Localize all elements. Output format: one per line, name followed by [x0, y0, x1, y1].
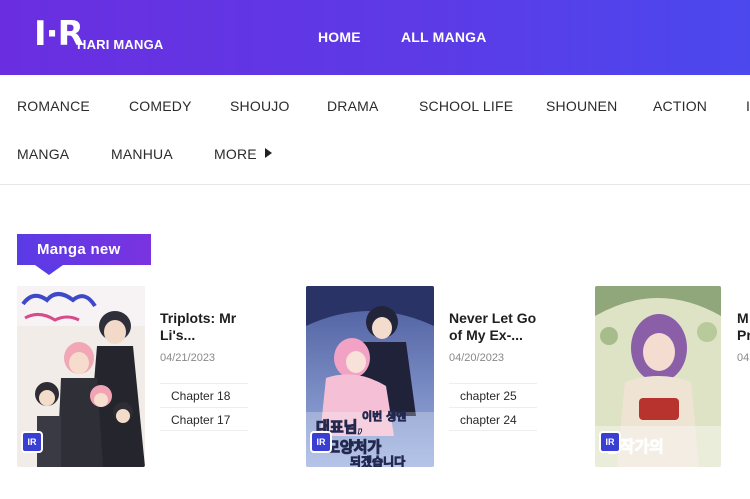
site-logo[interactable]: I·R: [34, 14, 84, 54]
manga-cover-1[interactable]: IR: [17, 286, 145, 467]
manga-title-3-line2[interactable]: Pr: [737, 327, 750, 344]
manga-title-2-line1[interactable]: Never Let Go: [449, 310, 536, 327]
manga-title-3-line1[interactable]: M: [737, 310, 750, 327]
genre-link-comedy[interactable]: COMEDY: [129, 98, 192, 114]
genre-link-school-life[interactable]: SCHOOL LIFE: [419, 98, 513, 114]
svg-text:되겠습니다: 되겠습니다: [350, 454, 405, 467]
caret-right-icon: [264, 148, 272, 158]
manga-cover-3[interactable]: 공작가의 IR: [595, 286, 721, 467]
section-title-manga-new: Manga new: [17, 234, 151, 275]
manga-title-1[interactable]: Triplots: Mr Li's...: [160, 310, 236, 344]
site-header: I·R HARI MANGA HOME ALL MANGA: [0, 0, 750, 75]
manga-title-1-line2[interactable]: Li's...: [160, 327, 236, 344]
chapter-link-1b[interactable]: Chapter 17: [160, 407, 248, 431]
manga-title-1-line1[interactable]: Triplots: Mr: [160, 310, 236, 327]
genre-link-manhua[interactable]: MANHUA: [111, 146, 173, 162]
genre-link-drama[interactable]: DRAMA: [327, 98, 379, 114]
svg-text:이번 생엔: 이번 생엔: [362, 409, 406, 423]
chapter-link-2a[interactable]: chapter 25: [449, 383, 537, 407]
chapter-link-2b[interactable]: chapter 24: [449, 407, 537, 431]
svg-text:모양처가: 모양처가: [326, 438, 381, 456]
manga-date-3: 04: [737, 352, 750, 364]
manga-title-2-line2[interactable]: of My Ex-...: [449, 327, 536, 344]
genre-link-romance[interactable]: ROMANCE: [17, 98, 90, 114]
genre-link-cut[interactable]: I: [746, 98, 750, 114]
manga-date-1: 04/21/2023: [160, 352, 216, 364]
manga-title-3[interactable]: M Pr: [737, 310, 750, 344]
manga-date-2: 04/20/2023: [449, 352, 505, 364]
genre-link-shounen[interactable]: SHOUNEN: [546, 98, 617, 114]
manga-cover-2[interactable]: 대표님, 이번 생엔 모양처가 되겠습니다 IR: [306, 286, 434, 467]
site-logo-text[interactable]: HARI MANGA: [77, 37, 164, 52]
nav-all-manga-link[interactable]: ALL MANGA: [401, 29, 487, 45]
nav-home-link[interactable]: HOME: [318, 29, 361, 45]
genre-link-shoujo[interactable]: SHOUJO: [230, 98, 290, 114]
publisher-badge-icon: IR: [310, 431, 332, 453]
genre-nav: ROMANCE COMEDY SHOUJO DRAMA SCHOOL LIFE …: [0, 75, 750, 185]
genre-link-manga[interactable]: MANGA: [17, 146, 69, 162]
genre-more-button[interactable]: MORE: [214, 146, 272, 162]
genre-link-action[interactable]: ACTION: [653, 98, 707, 114]
manga-title-2[interactable]: Never Let Go of My Ex-...: [449, 310, 536, 344]
publisher-badge-icon: IR: [599, 431, 621, 453]
more-label: MORE: [214, 146, 257, 162]
publisher-badge-icon: IR: [21, 431, 43, 453]
chapter-link-1a[interactable]: Chapter 18: [160, 383, 248, 407]
